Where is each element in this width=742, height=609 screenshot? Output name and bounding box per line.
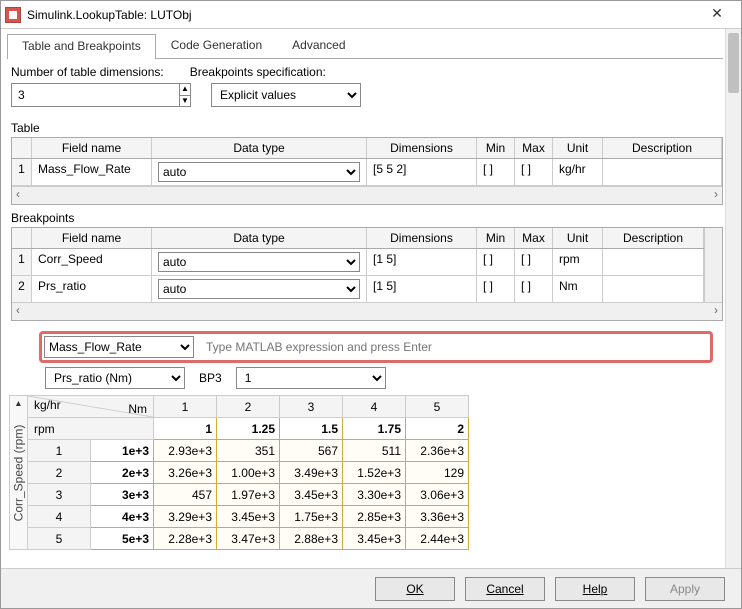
- bp-col[interactable]: 2: [406, 418, 469, 440]
- bp-col[interactable]: 1.25: [217, 418, 280, 440]
- spinner-down-icon[interactable]: ▼: [180, 96, 190, 107]
- data-table: kg/hr Nm 1 2 3 4 5 rpm 1 1.25 1.5 1.75 2…: [27, 395, 469, 550]
- chevron-right-icon: ▸: [13, 401, 24, 406]
- top-controls: Number of table dimensions: Breakpoints …: [1, 59, 741, 115]
- table-row[interactable]: 1 Corr_Speed auto [1 5] [ ] [ ] rpm: [12, 249, 704, 276]
- filter-axis-select[interactable]: Prs_ratio (Nm): [45, 367, 185, 389]
- hdr-max: Max: [515, 228, 553, 248]
- tab-bar: Table and Breakpoints Code Generation Ad…: [7, 33, 723, 59]
- main-vscroll[interactable]: [725, 29, 741, 568]
- bp-hscroll[interactable]: [12, 302, 722, 320]
- tab-advanced[interactable]: Advanced: [277, 33, 360, 58]
- apply-button[interactable]: Apply: [645, 577, 725, 601]
- bp-spec-select[interactable]: Explicit values: [211, 83, 361, 107]
- cancel-button[interactable]: Cancel: [465, 577, 545, 601]
- bp-col[interactable]: 1.5: [280, 418, 343, 440]
- hdr-unit: Unit: [553, 228, 603, 248]
- col-idx: 2: [217, 396, 280, 418]
- hdr-description: Description: [603, 228, 704, 248]
- expression-input[interactable]: [200, 336, 708, 358]
- scroll-thumb[interactable]: [728, 33, 739, 93]
- hdr-description: Description: [603, 138, 722, 158]
- table-row[interactable]: 2 Prs_ratio auto [1 5] [ ] [ ] Nm: [12, 276, 704, 302]
- corner-cell: kg/hr Nm: [28, 396, 154, 418]
- hdr-unit: Unit: [553, 138, 603, 158]
- table-grid: Field name Data type Dimensions Min Max …: [11, 137, 723, 205]
- help-button[interactable]: Help: [555, 577, 635, 601]
- bp3-label: BP3: [199, 371, 222, 385]
- row-unit-label: rpm: [28, 418, 154, 440]
- bp-vscroll[interactable]: [704, 228, 722, 302]
- hdr-min: Min: [477, 138, 515, 158]
- bp-spec-label: Breakpoints specification:: [190, 65, 326, 79]
- hdr-data-type: Data type: [152, 138, 367, 158]
- bp-col[interactable]: 1.75: [343, 418, 406, 440]
- hdr-field-name: Field name: [32, 228, 152, 248]
- num-dims-input[interactable]: [12, 84, 179, 106]
- breakpoints-grid: Field name Data type Dimensions Min Max …: [11, 227, 723, 321]
- datatype-select[interactable]: auto: [158, 252, 360, 272]
- table-row[interactable]: 1 Mass_Flow_Rate auto [5 5 2] [ ] [ ] kg…: [12, 159, 722, 186]
- hdr-dimensions: Dimensions: [367, 228, 477, 248]
- hdr-field-name: Field name: [32, 138, 152, 158]
- col-idx: 3: [280, 396, 343, 418]
- datatype-select[interactable]: auto: [158, 162, 360, 182]
- spinner-up-icon[interactable]: ▲: [180, 84, 190, 96]
- bp3-select[interactable]: 1: [236, 367, 386, 389]
- app-icon: [5, 7, 21, 23]
- expression-target-select[interactable]: Mass_Flow_Rate: [44, 336, 194, 358]
- table-hscroll[interactable]: [12, 186, 722, 204]
- num-dims-spinner[interactable]: ▲ ▼: [11, 83, 191, 107]
- hdr-max: Max: [515, 138, 553, 158]
- table-section-label: Table: [1, 115, 741, 137]
- expression-bar: Mass_Flow_Rate: [39, 331, 713, 363]
- col-idx: 4: [343, 396, 406, 418]
- bp-col[interactable]: 1: [154, 418, 217, 440]
- close-button[interactable]: ✕: [697, 2, 737, 28]
- hdr-min: Min: [477, 228, 515, 248]
- num-dims-label: Number of table dimensions:: [11, 65, 164, 79]
- y-axis-title[interactable]: ▸ Corr_Speed (rpm): [9, 395, 27, 550]
- ok-button[interactable]: OK: [375, 577, 455, 601]
- tab-code-generation[interactable]: Code Generation: [156, 33, 277, 58]
- datatype-select[interactable]: auto: [158, 279, 360, 299]
- tab-table-breakpoints[interactable]: Table and Breakpoints: [7, 34, 156, 59]
- content-area: Table and Breakpoints Code Generation Ad…: [1, 29, 741, 568]
- data-area: ▸ Corr_Speed (rpm) kg/hr Nm 1 2 3 4 5 rp…: [9, 395, 713, 550]
- button-bar: OK Cancel Help Apply: [1, 568, 741, 608]
- filter-row: Prs_ratio (Nm) BP3 1: [45, 367, 713, 389]
- col-idx: 1: [154, 396, 217, 418]
- hdr-dimensions: Dimensions: [367, 138, 477, 158]
- hdr-data-type: Data type: [152, 228, 367, 248]
- bp-section-label: Breakpoints: [1, 205, 741, 227]
- window-title: Simulink.LookupTable: LUTObj: [27, 8, 697, 22]
- col-idx: 5: [406, 396, 469, 418]
- titlebar: Simulink.LookupTable: LUTObj ✕: [1, 1, 741, 29]
